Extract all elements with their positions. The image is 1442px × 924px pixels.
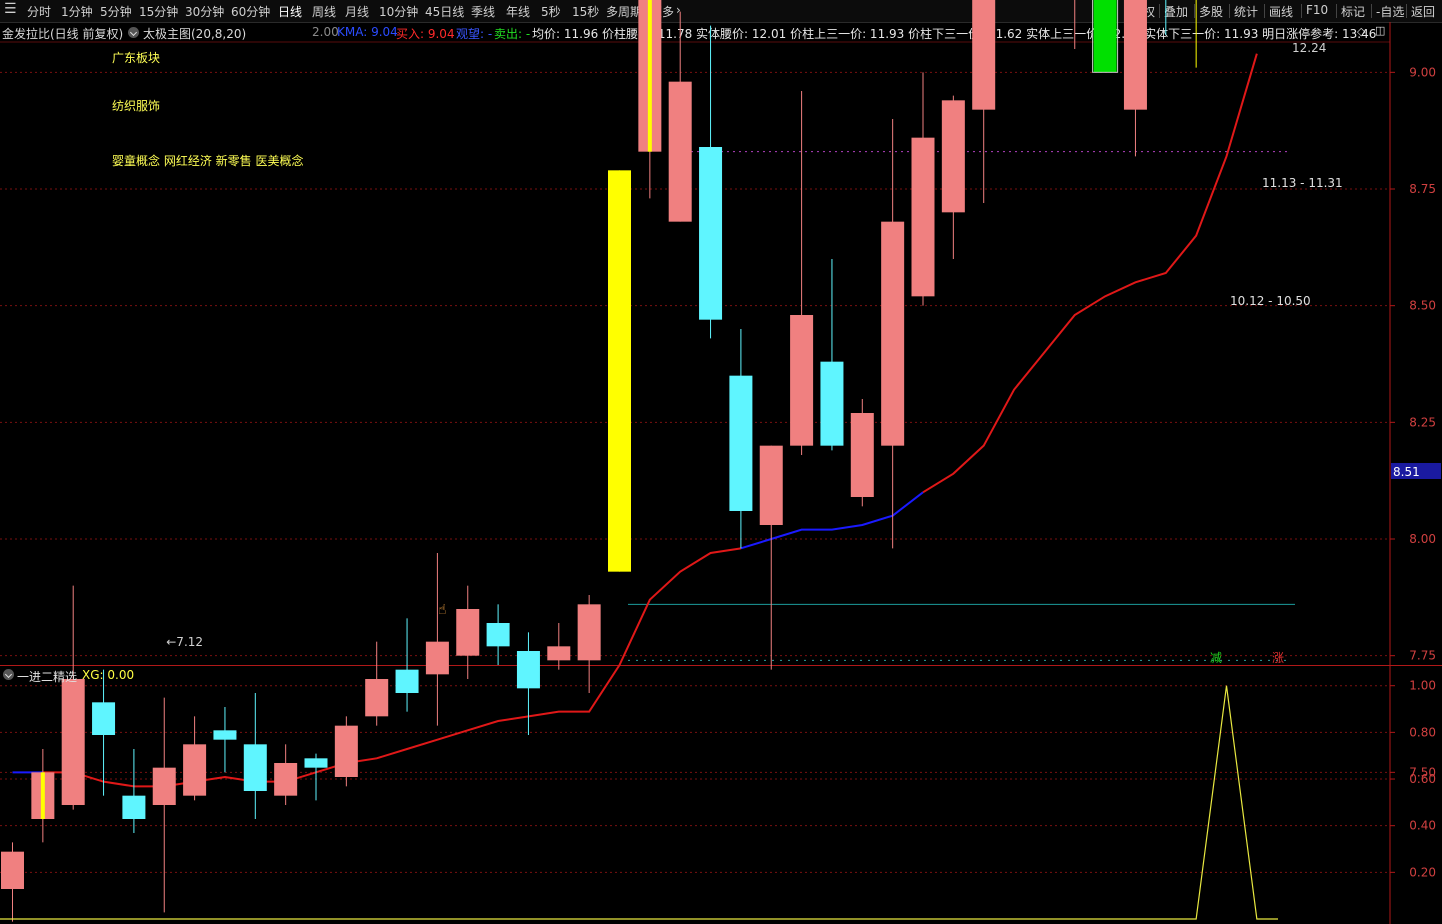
candle-body <box>456 609 480 656</box>
candle-body <box>92 702 116 736</box>
candle-body <box>941 100 965 213</box>
price-tick-label: 9.00 <box>1409 65 1436 79</box>
candle-body <box>881 221 905 446</box>
sub-tick-label: 1.00 <box>1409 679 1436 693</box>
candle-body <box>1 851 24 890</box>
price-tick-label: 7.75 <box>1409 649 1436 663</box>
candle-body <box>850 412 874 497</box>
subchart-menu-icon[interactable] <box>3 669 14 680</box>
price-tick-label: 8.25 <box>1409 415 1436 429</box>
xg-value: XG: 0.00 <box>82 668 135 682</box>
candle-body <box>486 623 510 647</box>
candle-body <box>577 604 601 661</box>
candle-body <box>972 0 996 110</box>
limit-marker-bar <box>647 0 652 152</box>
xg-signal-line <box>0 685 1278 920</box>
price-tick-label: 8.00 <box>1409 532 1436 546</box>
candle-body <box>243 744 267 792</box>
sub-tick-label: 0.80 <box>1409 725 1436 739</box>
candle-body <box>911 137 935 297</box>
subchart-title[interactable]: 一进二精选 <box>17 668 77 685</box>
price-tick-label: 8.75 <box>1409 182 1436 196</box>
candle-body <box>759 445 783 525</box>
sub-tick-label: 0.20 <box>1409 865 1436 879</box>
limit-marker-bar <box>40 772 45 820</box>
candle-body <box>395 669 419 694</box>
reduce-marker: 减 <box>1210 651 1222 665</box>
low-price-label: ←7.12 <box>166 635 203 649</box>
candle-body <box>213 730 237 740</box>
candle-body <box>729 375 753 511</box>
candle-body <box>274 763 298 796</box>
candle-body <box>699 146 723 320</box>
candle-body <box>668 81 692 222</box>
sector-label-concepts: 婴童概念 网红经济 新零售 医美概念 <box>112 154 304 168</box>
candle-body <box>425 641 449 675</box>
current-price-label: 8.51 <box>1393 465 1420 479</box>
ma-line-segment-red <box>922 53 1258 494</box>
candle-body <box>122 795 146 820</box>
sector-label-industry: 纺织服饰 <box>112 99 161 113</box>
high-price-label: 12.24 <box>1292 41 1326 55</box>
rise-marker: 涨 <box>1272 650 1284 665</box>
gap-zone-label-lower: 10.12 - 10.50 <box>1230 294 1311 308</box>
kline-chart[interactable]: 12.0011.7511.5011.2511.0010.7510.5010.25… <box>0 0 1442 924</box>
candle-body <box>1123 0 1147 110</box>
candle-body <box>304 758 328 768</box>
sub-tick-label: 0.60 <box>1409 772 1436 786</box>
sector-label-region: 广东板块 <box>112 51 161 65</box>
candle-body <box>183 744 207 796</box>
ma-line-segment-red <box>42 547 742 788</box>
candle-body <box>61 679 85 806</box>
candle-body <box>365 679 389 717</box>
gap-zone-label-upper: 11.13 - 11.31 <box>1262 176 1343 190</box>
candle-body <box>547 646 571 661</box>
candle-body <box>152 767 176 806</box>
candle-body <box>334 725 358 778</box>
candle-body <box>790 314 814 446</box>
price-tick-label: 8.50 <box>1409 299 1436 313</box>
candle-body <box>516 651 540 689</box>
sub-tick-label: 0.40 <box>1409 819 1436 833</box>
candle-body <box>820 361 844 446</box>
candle-body <box>608 170 631 572</box>
candle-body <box>1093 0 1117 73</box>
hand-cursor-icon: ☝ <box>438 602 447 618</box>
